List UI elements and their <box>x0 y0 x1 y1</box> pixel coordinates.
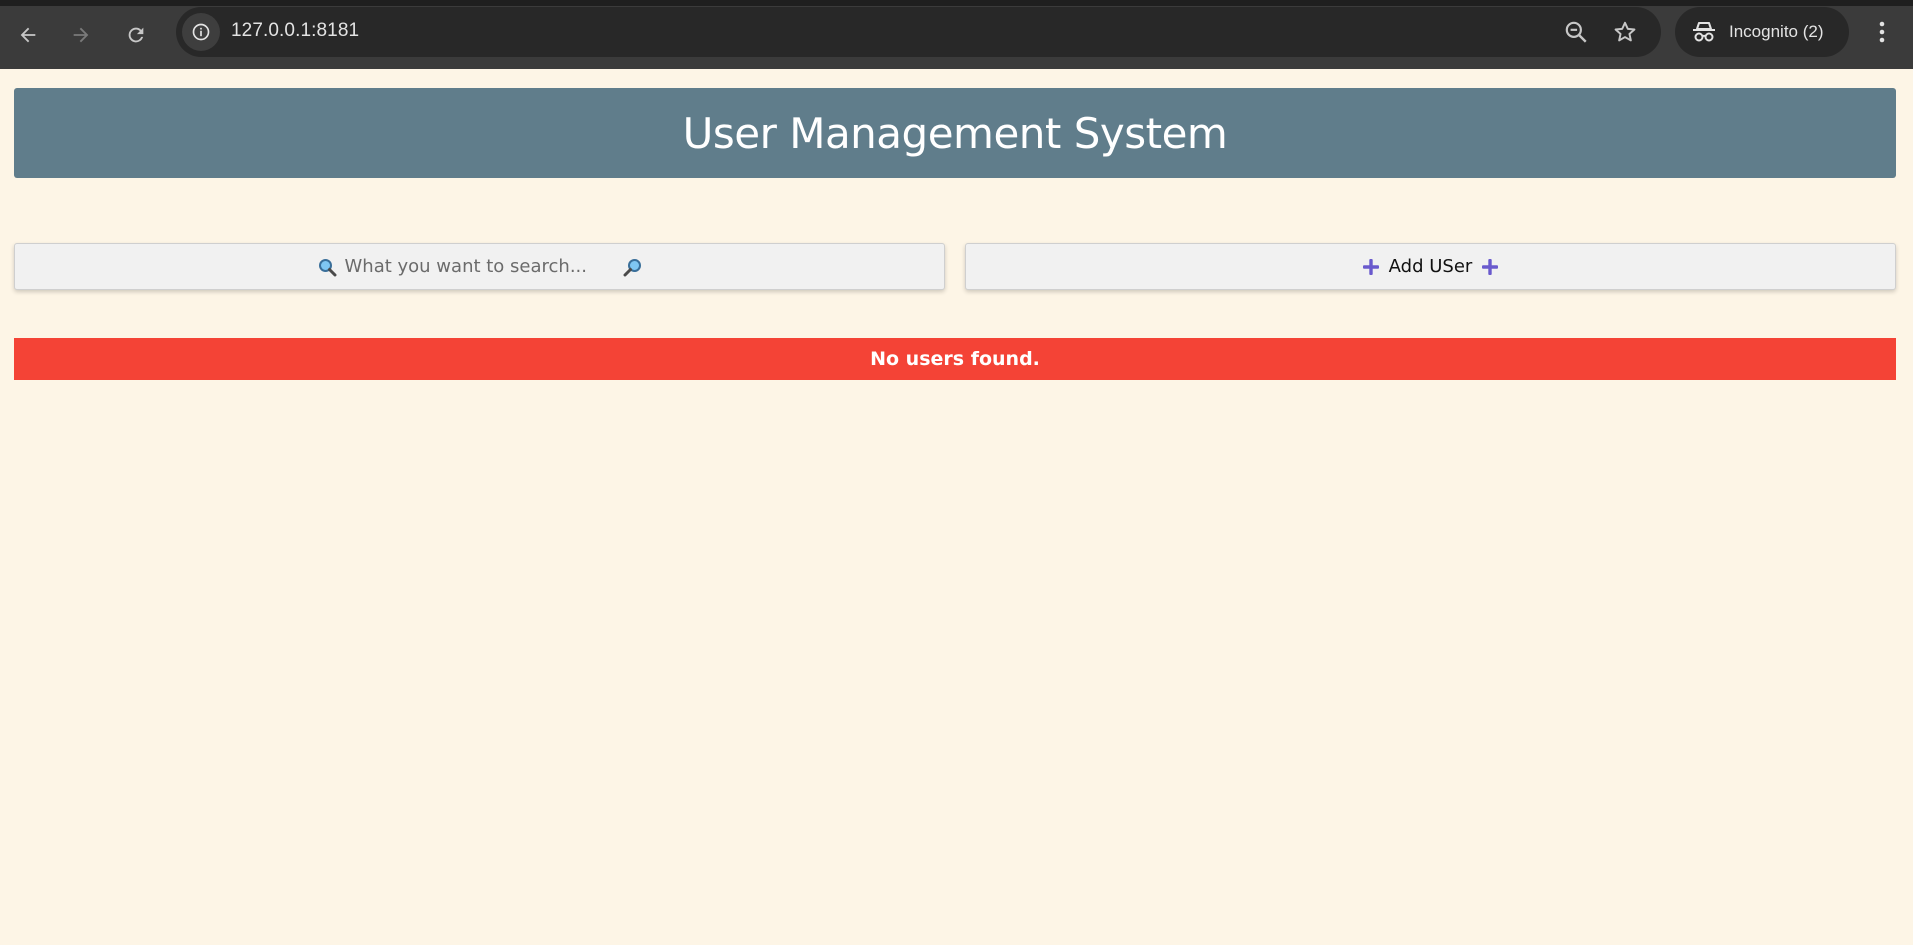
no-users-alert: No users found. <box>14 338 1896 380</box>
info-icon <box>192 23 210 41</box>
magnifier-left-icon <box>318 258 336 276</box>
reload-button[interactable] <box>123 22 149 48</box>
reload-icon <box>128 27 144 43</box>
back-button[interactable] <box>15 22 41 48</box>
no-users-message: No users found. <box>870 348 1040 370</box>
search-bar[interactable] <box>14 243 945 290</box>
address-bar[interactable]: 127.0.0.1:8181 <box>176 7 1661 57</box>
plus-icon <box>1482 258 1499 275</box>
zoom-out-icon[interactable] <box>1563 19 1589 45</box>
header-banner: User Management System <box>14 88 1896 178</box>
page-title: User Management System <box>682 108 1228 158</box>
add-user-button[interactable]: Add USer <box>965 243 1896 290</box>
kebab-menu-icon[interactable] <box>1870 19 1894 45</box>
browser-toolbar: 127.0.0.1:8181 Incognito (2) <box>0 0 1913 69</box>
add-user-label: Add USer <box>1388 256 1473 277</box>
arrow-left-icon <box>20 27 36 43</box>
incognito-label: Incognito (2) <box>1729 22 1824 41</box>
forward-button[interactable] <box>68 22 94 48</box>
incognito-icon <box>1693 22 1715 42</box>
site-info-button[interactable] <box>182 13 220 51</box>
magnifier-right-icon <box>623 258 641 276</box>
search-input[interactable] <box>342 255 617 278</box>
plus-icon <box>1362 258 1379 275</box>
url-text[interactable]: 127.0.0.1:8181 <box>231 20 359 42</box>
arrow-right-icon <box>73 27 89 43</box>
incognito-chip[interactable]: Incognito (2) <box>1675 7 1849 57</box>
star-icon[interactable] <box>1612 19 1638 45</box>
